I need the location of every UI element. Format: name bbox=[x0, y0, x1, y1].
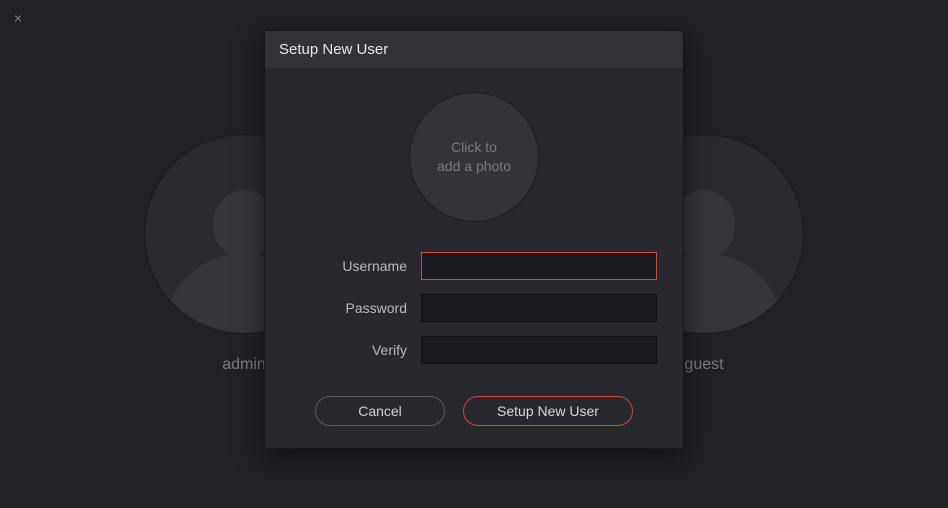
setup-new-user-button[interactable]: Setup New User bbox=[463, 396, 633, 426]
user-label: admin bbox=[222, 356, 266, 374]
setup-new-user-dialog: Setup New User Click to add a photo User… bbox=[264, 30, 684, 449]
password-label: Password bbox=[291, 300, 421, 316]
add-photo-label: Click to add a photo bbox=[437, 138, 511, 176]
user-label: guest bbox=[684, 356, 723, 374]
dialog-body: Click to add a photo Username Password V… bbox=[265, 68, 683, 448]
cancel-button[interactable]: Cancel bbox=[315, 396, 445, 426]
verify-input[interactable] bbox=[421, 336, 657, 364]
photo-row: Click to add a photo bbox=[291, 92, 657, 222]
password-row: Password bbox=[291, 294, 657, 322]
verify-row: Verify bbox=[291, 336, 657, 364]
dialog-title: Setup New User bbox=[265, 31, 683, 68]
username-input[interactable] bbox=[421, 252, 657, 280]
add-photo-button[interactable]: Click to add a photo bbox=[409, 92, 539, 222]
verify-label: Verify bbox=[291, 342, 421, 358]
username-row: Username bbox=[291, 252, 657, 280]
username-label: Username bbox=[291, 258, 421, 274]
password-input[interactable] bbox=[421, 294, 657, 322]
dialog-button-row: Cancel Setup New User bbox=[291, 396, 657, 426]
